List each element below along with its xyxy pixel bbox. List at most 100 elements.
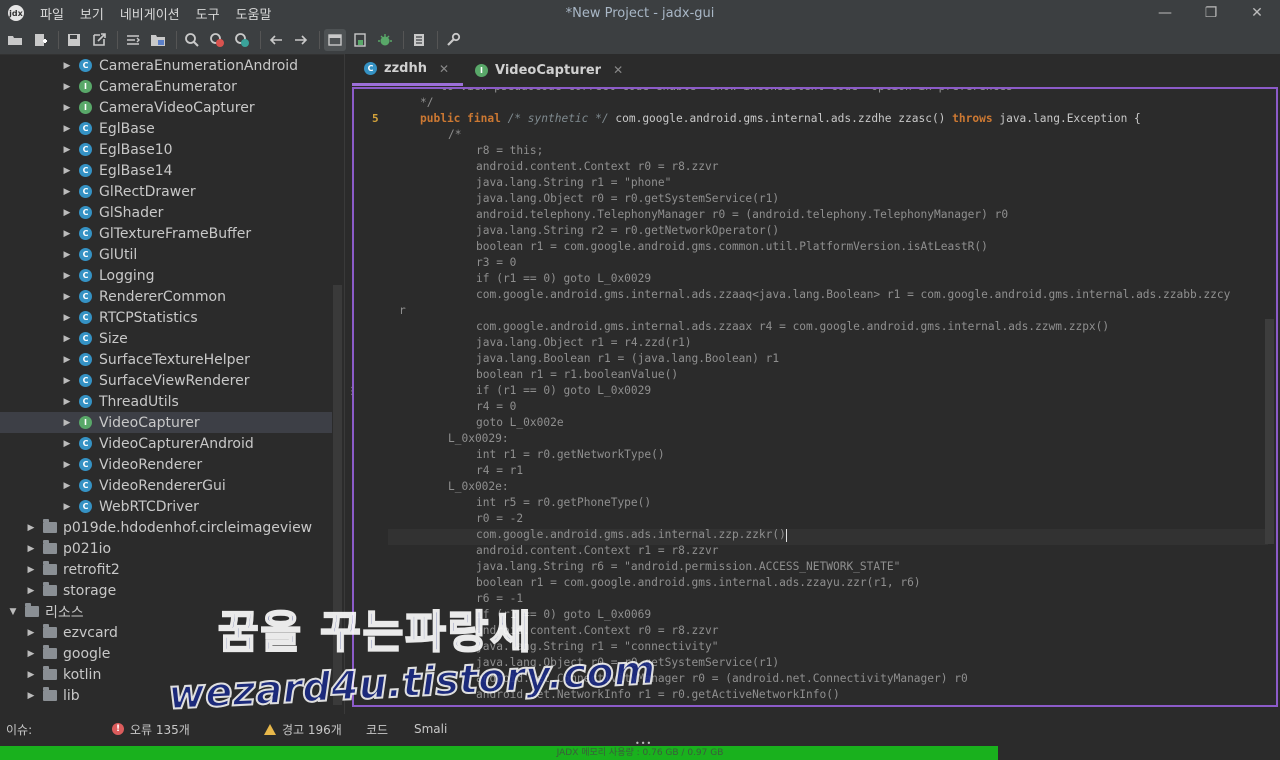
debug-icon[interactable] bbox=[374, 29, 396, 51]
open-folder-icon[interactable] bbox=[4, 29, 26, 51]
expand-right-icon[interactable]: ▶ bbox=[26, 586, 36, 596]
expand-right-icon[interactable]: ▶ bbox=[62, 355, 72, 365]
warnings-indicator[interactable]: 경고 196개 bbox=[264, 721, 366, 738]
expand-right-icon[interactable]: ▶ bbox=[62, 103, 72, 113]
expand-right-icon[interactable]: ▶ bbox=[62, 376, 72, 386]
tree-item[interactable]: ▶ C EglBase10 bbox=[0, 139, 332, 160]
expand-right-icon[interactable]: ▶ bbox=[62, 397, 72, 407]
expand-right-icon[interactable]: ▶ bbox=[26, 691, 36, 701]
tree-item[interactable]: ▶ C VideoRenderer bbox=[0, 454, 332, 475]
code-line-text: com.google.android.gms.internal.ads.zzaa… bbox=[476, 320, 1110, 333]
quick-tabs-icon[interactable] bbox=[324, 29, 346, 51]
menu-view[interactable]: 보기 bbox=[72, 4, 112, 23]
expand-right-icon[interactable]: ▶ bbox=[62, 502, 72, 512]
expand-right-icon[interactable]: ▶ bbox=[62, 250, 72, 260]
tree-item[interactable]: ▶ C SurfaceViewRenderer bbox=[0, 370, 332, 391]
expand-right-icon[interactable]: ▶ bbox=[62, 271, 72, 281]
close-tab-icon[interactable]: ✕ bbox=[613, 63, 623, 77]
tree-item[interactable]: ▶ C VideoCapturerAndroid bbox=[0, 433, 332, 454]
save-icon[interactable] bbox=[63, 29, 85, 51]
tree-item[interactable]: ▶ C GlShader bbox=[0, 202, 332, 223]
tree-item[interactable]: ▶ C RendererCommon bbox=[0, 286, 332, 307]
expand-right-icon[interactable]: ▶ bbox=[26, 523, 36, 533]
maximize-button[interactable]: ❐ bbox=[1188, 0, 1234, 26]
expand-right-icon[interactable]: ▶ bbox=[62, 292, 72, 302]
sync-icon[interactable] bbox=[122, 29, 144, 51]
tree-item-label: ezvcard bbox=[63, 624, 118, 641]
tree-item[interactable]: ▶ p019de.hdodenhof.circleimageview bbox=[0, 517, 332, 538]
search-class-icon[interactable] bbox=[206, 29, 228, 51]
forward-icon[interactable] bbox=[290, 29, 312, 51]
back-icon[interactable] bbox=[265, 29, 287, 51]
code-line-text: com.google.android.gms.internal.ads.zzaa… bbox=[476, 288, 1231, 301]
log-icon[interactable] bbox=[408, 29, 430, 51]
export-icon[interactable] bbox=[88, 29, 110, 51]
expand-right-icon[interactable]: ▶ bbox=[62, 61, 72, 71]
class-icon: C bbox=[79, 143, 92, 156]
smali-view-tab[interactable]: Smali bbox=[414, 722, 447, 736]
splitter-grip-icon[interactable]: ⋮ bbox=[347, 387, 357, 404]
search-icon[interactable] bbox=[181, 29, 203, 51]
minimize-button[interactable]: — bbox=[1142, 0, 1188, 26]
flatten-packages-icon[interactable] bbox=[147, 29, 169, 51]
menu-help[interactable]: 도움말 bbox=[228, 4, 280, 23]
expand-down-icon[interactable]: ▼ bbox=[8, 607, 18, 617]
expand-right-icon[interactable]: ▶ bbox=[26, 544, 36, 554]
tree-item-label: RendererCommon bbox=[99, 288, 226, 305]
tree-item[interactable]: ▶ C EglBase bbox=[0, 118, 332, 139]
tab-zzdhh[interactable]: C zzdhh ✕ bbox=[352, 54, 464, 86]
search-usage-icon[interactable] bbox=[231, 29, 253, 51]
expand-right-icon[interactable]: ▶ bbox=[62, 187, 72, 197]
expand-right-icon[interactable]: ▶ bbox=[62, 166, 72, 176]
tree-item[interactable]: ▶ C VideoRendererGui bbox=[0, 475, 332, 496]
expand-right-icon[interactable]: ▶ bbox=[62, 145, 72, 155]
tab-videocapturer[interactable]: I VideoCapturer ✕ bbox=[463, 54, 637, 86]
code-view-tab[interactable]: 코드 bbox=[366, 721, 414, 738]
code-line: if (r1 == 0) goto L_0x0029 bbox=[354, 271, 1274, 287]
tree-item[interactable]: ▶ C Size bbox=[0, 328, 332, 349]
expand-right-icon[interactable]: ▶ bbox=[62, 208, 72, 218]
expand-right-icon[interactable]: ▶ bbox=[62, 460, 72, 470]
add-files-icon[interactable] bbox=[29, 29, 51, 51]
tree-item[interactable]: ▶ C CameraEnumerationAndroid bbox=[0, 55, 332, 76]
tree-item-label: EglBase bbox=[99, 120, 155, 137]
deobfuscation-icon[interactable] bbox=[349, 29, 371, 51]
tree-item-label: GlUtil bbox=[99, 246, 138, 263]
tree-item[interactable]: ▶ C RTCPStatistics bbox=[0, 307, 332, 328]
tree-item[interactable]: ▶ C GlRectDrawer bbox=[0, 181, 332, 202]
close-tab-icon[interactable]: ✕ bbox=[439, 62, 449, 76]
tree-item[interactable]: ▶ retrofit2 bbox=[0, 559, 332, 580]
tree-item[interactable]: ▶ C SurfaceTextureHelper bbox=[0, 349, 332, 370]
tree-item[interactable]: ▶ C WebRTCDriver bbox=[0, 496, 332, 517]
expand-right-icon[interactable]: ▶ bbox=[62, 418, 72, 428]
tree-item[interactable]: ▶ C GlTextureFrameBuffer bbox=[0, 223, 332, 244]
tree-item[interactable]: ▶ C GlUtil bbox=[0, 244, 332, 265]
expand-right-icon[interactable]: ▶ bbox=[62, 481, 72, 491]
errors-indicator[interactable]: ! 오류 135개 bbox=[112, 721, 264, 738]
menu-tools[interactable]: 도구 bbox=[188, 4, 228, 23]
expand-right-icon[interactable]: ▶ bbox=[62, 334, 72, 344]
menu-navigation[interactable]: 네비게이션 bbox=[112, 4, 188, 23]
expand-right-icon[interactable]: ▶ bbox=[26, 670, 36, 680]
expand-right-icon[interactable]: ▶ bbox=[62, 82, 72, 92]
tree-item[interactable]: ▶ p021io bbox=[0, 538, 332, 559]
expand-right-icon[interactable]: ▶ bbox=[62, 313, 72, 323]
tree-item[interactable]: ▶ C ThreadUtils bbox=[0, 391, 332, 412]
tree-item[interactable]: ▶ C Logging bbox=[0, 265, 332, 286]
tree-item[interactable]: ▶ I VideoCapturer bbox=[0, 412, 332, 433]
code-line: com.google.android.gms.internal.ads.zzaa… bbox=[354, 287, 1274, 303]
close-window-button[interactable]: ✕ bbox=[1234, 0, 1280, 26]
tree-item[interactable]: ▶ I CameraEnumerator bbox=[0, 76, 332, 97]
expand-right-icon[interactable]: ▶ bbox=[26, 628, 36, 638]
tree-item-label: EglBase14 bbox=[99, 162, 173, 179]
expand-right-icon[interactable]: ▶ bbox=[62, 124, 72, 134]
preferences-icon[interactable] bbox=[442, 29, 464, 51]
tree-item[interactable]: ▶ I CameraVideoCapturer bbox=[0, 97, 332, 118]
tree-item[interactable]: ▶ C EglBase14 bbox=[0, 160, 332, 181]
menu-file[interactable]: 파일 bbox=[32, 4, 72, 23]
expand-right-icon[interactable]: ▶ bbox=[26, 649, 36, 659]
expand-right-icon[interactable]: ▶ bbox=[62, 439, 72, 449]
expand-right-icon[interactable]: ▶ bbox=[26, 565, 36, 575]
code-line-text: boolean r1 = com.google.android.gms.inte… bbox=[476, 576, 921, 589]
expand-right-icon[interactable]: ▶ bbox=[62, 229, 72, 239]
